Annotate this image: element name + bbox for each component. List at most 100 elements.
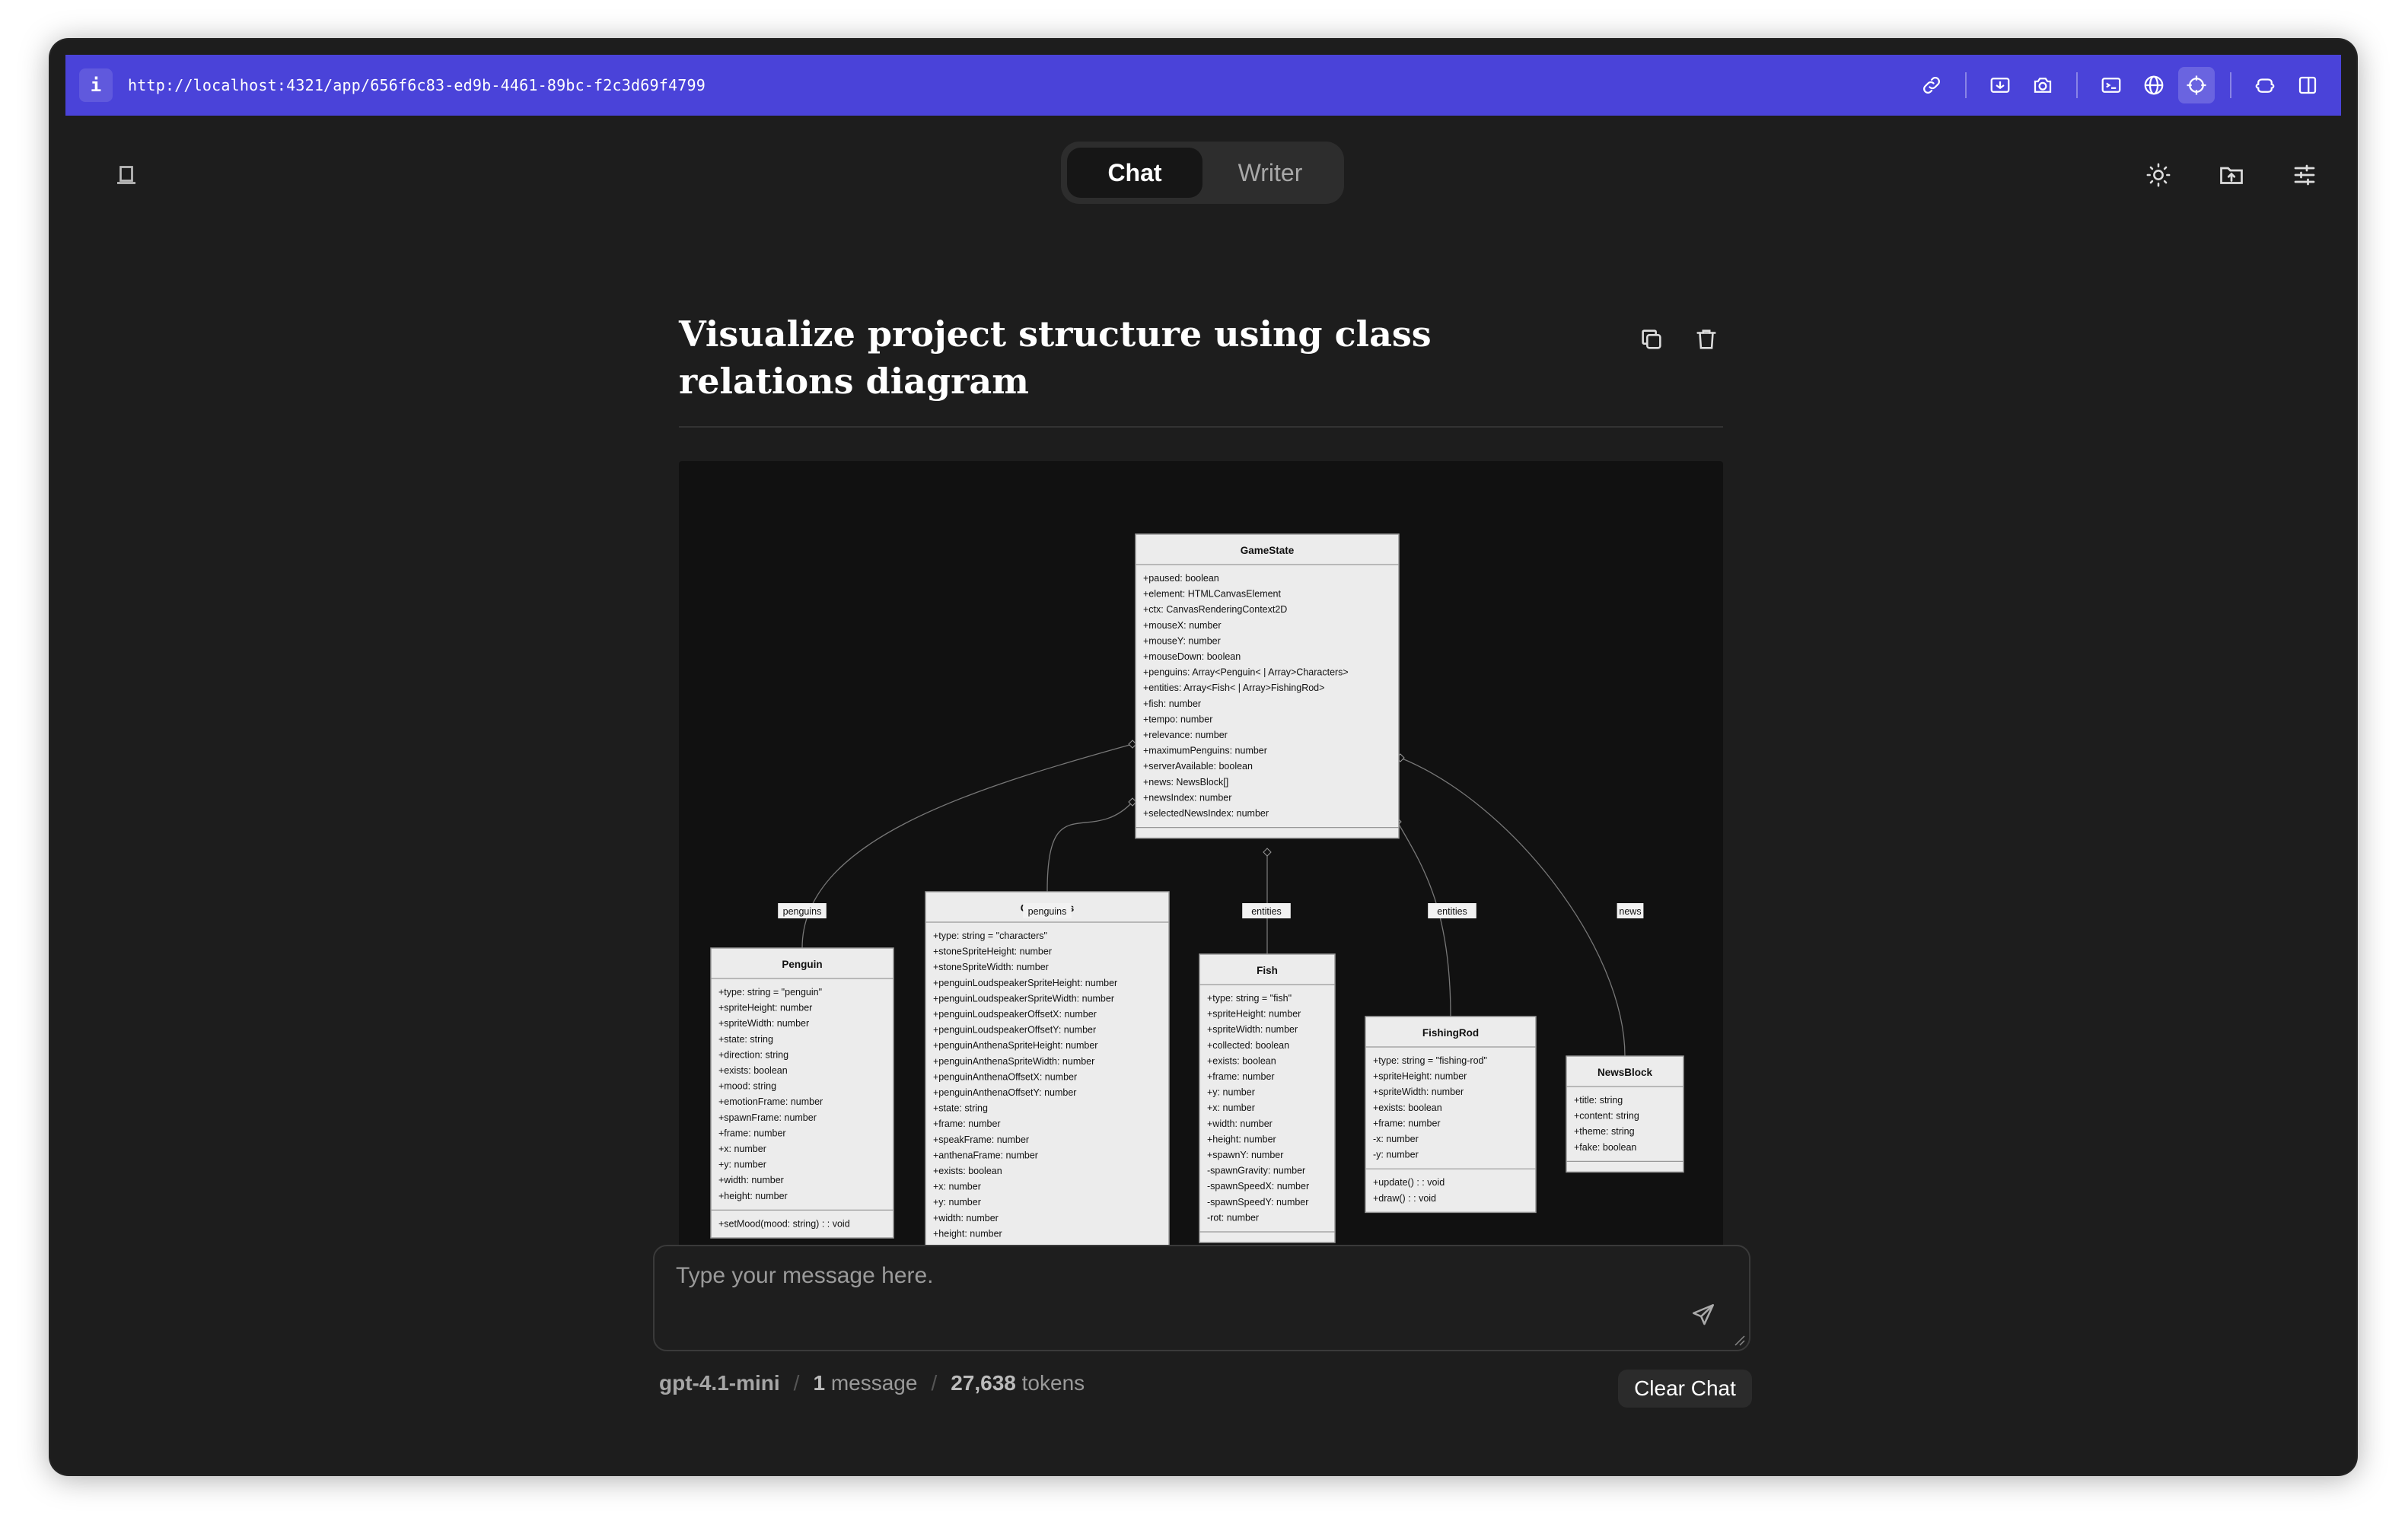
message-composer xyxy=(653,1245,1750,1351)
camera-icon[interactable] xyxy=(2024,67,2061,103)
url-text[interactable]: http://localhost:4321/app/656f6c83-ed9b-… xyxy=(128,76,706,94)
class-field: +selectedNewsIndex: number xyxy=(1143,808,1269,819)
class-field: +news: NewsBlock[] xyxy=(1143,777,1228,788)
class-field: +fish: number xyxy=(1143,698,1201,709)
class-field: +mouseY: number xyxy=(1143,635,1221,646)
globe-icon[interactable] xyxy=(2136,67,2172,103)
stand-button[interactable] xyxy=(104,154,149,199)
class-field: +tempo: number xyxy=(1143,714,1212,724)
copy-icon[interactable] xyxy=(1633,321,1670,358)
folder-upload-icon[interactable] xyxy=(2210,154,2253,196)
class-field: +spriteHeight: number xyxy=(1373,1071,1467,1082)
class-field: +content: string xyxy=(1574,1111,1639,1122)
class-field: +height: number xyxy=(1207,1134,1276,1144)
class-field: +penguinAnthenaOffsetY: number xyxy=(933,1087,1076,1098)
model-name[interactable]: gpt-4.1-mini xyxy=(659,1371,780,1395)
class-field: -spawnGravity: number xyxy=(1207,1166,1305,1176)
stats-separator: / xyxy=(931,1371,938,1395)
class-field: +penguinLoudspeakerOffsetY: number xyxy=(933,1025,1096,1036)
screenshot-region-icon[interactable] xyxy=(1982,67,2018,103)
class-field: +spriteHeight: number xyxy=(1207,1009,1301,1020)
terminal-icon[interactable] xyxy=(2093,67,2129,103)
class-field: +x: number xyxy=(1207,1102,1255,1113)
class-field: +mouseDown: boolean xyxy=(1143,651,1241,662)
class-box-fishingrod: FishingRod +type: string = "fishing-rod" +… xyxy=(1365,1016,1537,1214)
class-field: +element: HTMLCanvasElement xyxy=(1143,589,1282,600)
class-diagram: GameState +paused: boolean +element: HTMLC… xyxy=(710,533,1684,1249)
class-field: +penguinAnthenaSpriteHeight: number xyxy=(933,1040,1097,1051)
relation-edge xyxy=(1046,801,1133,892)
url-separator xyxy=(2230,72,2231,98)
edge-label: penguins xyxy=(1028,906,1067,917)
class-field: +maximumPenguins: number xyxy=(1143,746,1267,756)
class-field: +x: number xyxy=(718,1144,766,1154)
extension-icon[interactable] xyxy=(2247,67,2283,103)
clear-chat-button[interactable]: Clear Chat xyxy=(1618,1370,1752,1408)
class-field: +state: string xyxy=(933,1103,988,1114)
message-label: message xyxy=(830,1371,918,1395)
class-method: +draw() : : void xyxy=(1373,1193,1436,1204)
relation-edge xyxy=(1397,821,1451,1017)
crosshair-icon[interactable] xyxy=(2178,67,2215,103)
site-info-button[interactable]: i xyxy=(79,68,113,102)
class-field: +y: number xyxy=(933,1197,981,1208)
send-icon xyxy=(1690,1302,1716,1332)
class-field: +spriteWidth: number xyxy=(1207,1024,1298,1035)
class-field: +width: number xyxy=(1207,1118,1273,1129)
class-name: Fish xyxy=(1257,965,1278,976)
resize-handle[interactable] xyxy=(1734,1335,1746,1347)
class-field: +direction: string xyxy=(718,1049,788,1060)
trash-icon[interactable] xyxy=(1688,321,1725,358)
conversation-title: Visualize project structure using class … xyxy=(679,313,1432,402)
message-input[interactable] xyxy=(676,1263,1665,1332)
class-field: +penguinAnthenaOffsetX: number xyxy=(933,1071,1077,1082)
tab-writer[interactable]: Writer xyxy=(1202,148,1338,198)
class-name: Penguin xyxy=(782,959,822,970)
class-field: -spawnSpeedX: number xyxy=(1207,1181,1309,1192)
class-field: +ctx: CanvasRenderingContext2D xyxy=(1143,604,1287,615)
class-field: +type: string = "penguin" xyxy=(718,987,822,998)
class-field: +penguins: Array<Penguin< | Array>Charac… xyxy=(1143,667,1349,678)
class-box-gamestate: GameState +paused: boolean +element: HTMLC… xyxy=(1135,533,1400,839)
class-field: +penguinLoudspeakerSpriteWidth: number xyxy=(933,993,1114,1004)
class-field: +spriteHeight: number xyxy=(718,1003,812,1013)
class-field: +exists: boolean xyxy=(718,1065,788,1076)
aggregation-diamond xyxy=(1263,848,1272,857)
sidebar-icon[interactable] xyxy=(2289,67,2326,103)
class-field: +x: number xyxy=(933,1182,981,1192)
message-count: 1 xyxy=(813,1371,826,1395)
class-field: -x: number xyxy=(1373,1134,1419,1144)
class-field: +emotionFrame: number xyxy=(718,1096,823,1107)
class-field: +spawnFrame: number xyxy=(718,1112,817,1123)
class-field: +y: number xyxy=(718,1160,766,1170)
class-diagram-panel: GameState +paused: boolean +element: HTMLC… xyxy=(679,461,1723,1249)
class-box xyxy=(925,891,1170,1249)
class-box-characters: Characters+type: string = "characters"+s… xyxy=(925,891,1170,1249)
class-name: FishingRod xyxy=(1422,1027,1479,1039)
class-field: +y: number xyxy=(1207,1087,1255,1098)
class-field: +width: number xyxy=(933,1213,999,1223)
token-label: tokens xyxy=(1021,1371,1085,1395)
class-field: +penguinAnthenaSpriteWidth: number xyxy=(933,1056,1094,1067)
class-field: +entities: Array<Fish< | Array>FishingRo… xyxy=(1143,682,1324,693)
sun-icon[interactable] xyxy=(2137,154,2180,196)
class-field: +frame: number xyxy=(1373,1118,1441,1128)
conversation-stats: gpt-4.1-mini / 1 message / 27,638 tokens xyxy=(659,1371,1085,1395)
class-field: +collected: boolean xyxy=(1207,1040,1289,1051)
link-icon[interactable] xyxy=(1913,67,1950,103)
stats-separator: / xyxy=(793,1371,800,1395)
class-field: +paused: boolean xyxy=(1143,573,1219,584)
class-field: +spawnY: number xyxy=(1207,1150,1283,1160)
class-field: +stoneSpriteHeight: number xyxy=(933,947,1052,957)
edge-label: news xyxy=(1619,906,1641,917)
edge-label: entities xyxy=(1437,906,1467,917)
edge-label: entities xyxy=(1251,906,1282,917)
browser-url-bar: i http://localhost:4321/app/656f6c83-ed9… xyxy=(65,55,2341,116)
sliders-icon[interactable] xyxy=(2283,154,2326,196)
send-button[interactable] xyxy=(1685,1298,1722,1335)
edge-label: penguins xyxy=(783,906,822,917)
class-box-penguin: Penguin +type: string = "penguin" +spriteH… xyxy=(710,947,894,1239)
class-field: +stoneSpriteWidth: number xyxy=(933,962,1049,972)
class-field: +state: string xyxy=(718,1034,773,1045)
tab-chat[interactable]: Chat xyxy=(1067,148,1202,198)
